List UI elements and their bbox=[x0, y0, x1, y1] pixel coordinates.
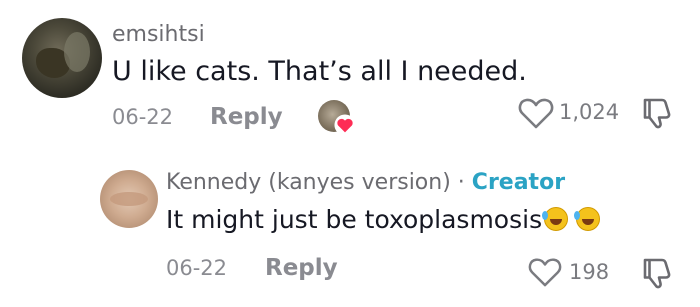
reply-button[interactable]: Reply bbox=[210, 104, 283, 130]
like-count: 1,024 bbox=[559, 100, 620, 124]
creator-liked-heart-icon bbox=[334, 114, 356, 136]
like-count: 198 bbox=[569, 260, 610, 284]
thumbs-down-icon[interactable] bbox=[640, 256, 674, 290]
avatar[interactable] bbox=[22, 18, 102, 98]
reply-text-line: It might just be toxoplasmosis bbox=[166, 205, 601, 234]
comment-username[interactable]: emsihtsi bbox=[112, 22, 205, 47]
rolling-on-floor-laughing-emoji bbox=[574, 207, 601, 231]
separator: · bbox=[457, 170, 465, 195]
comment-date: 06-22 bbox=[112, 105, 174, 129]
thumbs-down-icon[interactable] bbox=[640, 96, 674, 130]
reply-date: 06-22 bbox=[166, 256, 228, 280]
rolling-on-floor-laughing-emoji bbox=[542, 207, 569, 231]
reply-text: It might just be toxoplasmosis bbox=[166, 205, 543, 234]
avatar[interactable] bbox=[100, 170, 158, 228]
comment-text: U like cats. That’s all I needed. bbox=[112, 56, 527, 87]
reply-username[interactable]: Kennedy (kanyes version) bbox=[166, 170, 451, 195]
heart-outline-icon[interactable] bbox=[518, 96, 554, 130]
creator-badge: Creator bbox=[471, 170, 566, 195]
reply-button[interactable]: Reply bbox=[265, 255, 338, 281]
avatar-shape bbox=[110, 192, 148, 206]
avatar-shape bbox=[64, 32, 90, 72]
reply-header: Kennedy (kanyes version) · Creator bbox=[166, 170, 565, 195]
heart-outline-icon[interactable] bbox=[527, 256, 563, 288]
